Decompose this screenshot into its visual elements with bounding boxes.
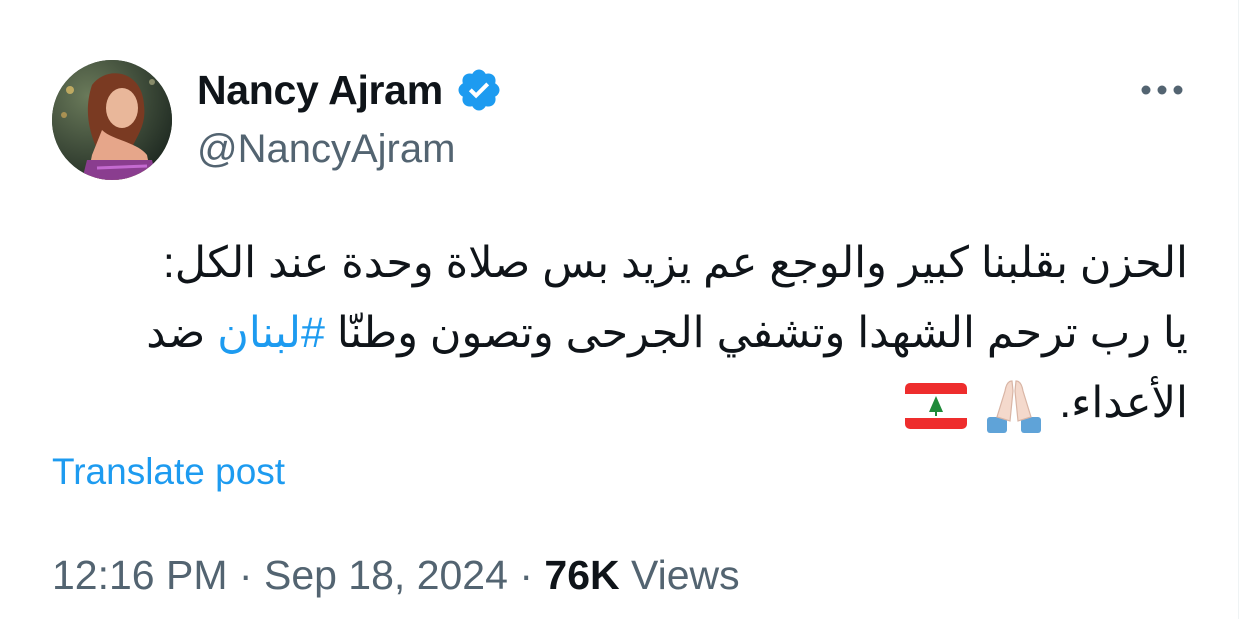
views-label[interactable]: Views	[631, 552, 740, 598]
author-name-row[interactable]: Nancy Ajram	[197, 64, 503, 116]
post-time[interactable]: 12:16 PM	[52, 552, 228, 598]
author-handle[interactable]: @NancyAjram	[197, 124, 455, 174]
tweet-line-2: يا رب ترحم الشهدا وتشفي الجرحى وتصون وطن…	[52, 298, 1188, 368]
meta-separator: ·	[238, 552, 253, 598]
lebanon-flag-emoji-icon	[905, 382, 968, 429]
tweet-text: الحزن بقلبنا كبير والوجع عم يزيد بس صلاة…	[52, 228, 1188, 438]
verified-badge-icon	[458, 69, 500, 111]
profile-photo-icon	[52, 60, 172, 180]
tweet-line-3: الأعداء.	[52, 368, 1188, 438]
translate-post-link[interactable]: Translate post	[52, 448, 285, 496]
folded-hands-emoji-icon	[987, 380, 1042, 433]
meta-separator: ·	[519, 552, 533, 598]
display-name[interactable]: Nancy Ajram	[197, 64, 443, 116]
tweet-line-2-text: يا رب ترحم الشهدا وتشفي الجرحى وتصون وطن…	[336, 309, 1188, 357]
divider	[1238, 0, 1239, 619]
hashtag-link[interactable]: #لبنان	[217, 309, 325, 357]
tweet-meta: 12:16 PM · Sep 18, 2024 · 76K Views	[52, 548, 740, 602]
more-horizontal-icon	[1141, 85, 1183, 95]
tweet-line-3-text: الأعداء.	[1059, 379, 1188, 427]
more-button[interactable]	[1136, 72, 1188, 108]
avatar[interactable]	[52, 60, 172, 180]
views-count[interactable]: 76K	[544, 552, 619, 598]
tweet-line-2-end: ضد	[146, 309, 206, 357]
tweet-line-1: الحزن بقلبنا كبير والوجع عم يزيد بس صلاة…	[162, 239, 1188, 287]
post-date[interactable]: Sep 18, 2024	[264, 552, 508, 598]
tweet-card: Nancy Ajram @NancyAjram الحزن بقلبنا كبي…	[0, 0, 1243, 619]
